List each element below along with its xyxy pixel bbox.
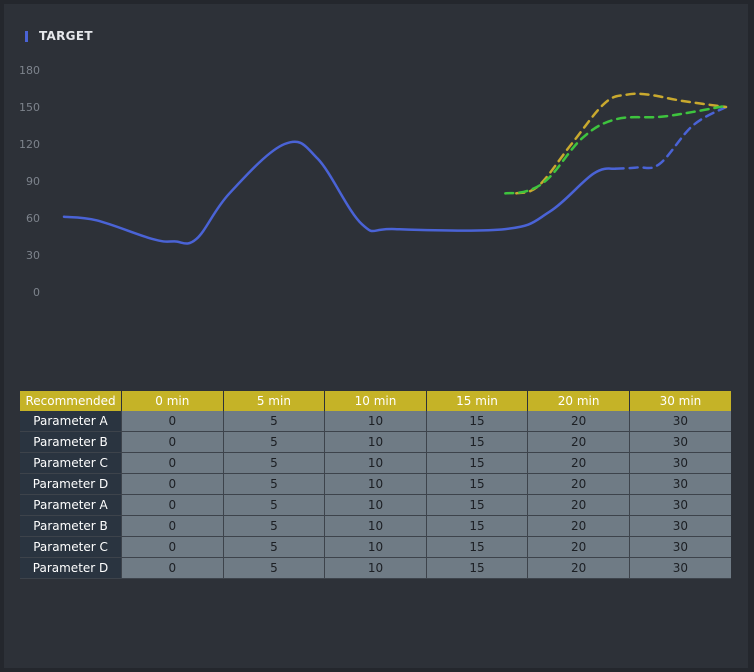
- table-cell: 15: [426, 494, 529, 516]
- table-cell: 0: [121, 557, 224, 579]
- table-cell: 10: [324, 473, 427, 495]
- table-cell: 30: [629, 557, 731, 579]
- y-tick-label: 120: [19, 138, 40, 151]
- header-time: 0 min: [121, 391, 224, 411]
- table-cell: 30: [629, 452, 731, 474]
- table-cell: 0: [121, 536, 224, 558]
- table-cell: 20: [527, 557, 630, 579]
- table-cell: 20: [527, 452, 630, 474]
- header-time: 15 min: [426, 391, 529, 411]
- table-cell: 15: [426, 536, 529, 558]
- table-cell: 5: [223, 494, 326, 516]
- table-cell: 5: [223, 411, 326, 432]
- table-cell: 20: [527, 536, 630, 558]
- table-cell: 5: [223, 431, 326, 453]
- table-cell: 30: [629, 515, 731, 537]
- table-cell: 10: [324, 557, 427, 579]
- table-cell: 10: [324, 452, 427, 474]
- table-cell: 10: [324, 494, 427, 516]
- row-label: Parameter D: [20, 473, 123, 495]
- table-cell: 5: [223, 515, 326, 537]
- table-row: Parameter B 0 5 10 15 20 30: [20, 515, 731, 537]
- series-line-3: [504, 104, 728, 195]
- row-label: Parameter B: [20, 431, 123, 453]
- table-row: Parameter A 0 5 10 15 20 30: [20, 411, 731, 432]
- table-cell: 30: [629, 473, 731, 495]
- table-cell: 5: [223, 452, 326, 474]
- table-cell: 5: [223, 557, 326, 579]
- table-cell: 5: [223, 473, 326, 495]
- header-time: 30 min: [629, 391, 731, 411]
- line-chart: 180 150 120 90 60 30 0: [19, 64, 728, 299]
- table-cell: 0: [121, 515, 224, 537]
- table-cell: 0: [121, 431, 224, 453]
- header-time: 10 min: [324, 391, 427, 411]
- table-cell: 20: [527, 494, 630, 516]
- y-tick-label: 60: [26, 212, 40, 225]
- row-label: Parameter A: [20, 411, 123, 432]
- table-cell: 0: [121, 411, 224, 432]
- table-cell: 30: [629, 494, 731, 516]
- row-label: Parameter A: [20, 494, 123, 516]
- table-header-row: Recommended 0 min 5 min 10 min 15 min 20 min 3…: [20, 391, 731, 411]
- table-cell: 20: [527, 431, 630, 453]
- row-label: Parameter D: [20, 557, 123, 579]
- table-cell: 20: [527, 473, 630, 495]
- y-tick-label: 30: [26, 249, 40, 262]
- row-label: Parameter B: [20, 515, 123, 537]
- table-cell: 30: [629, 411, 731, 432]
- series-line-0: [62, 140, 617, 245]
- header-time: 20 min: [527, 391, 630, 411]
- table-row: Parameter C 0 5 10 15 20 30: [20, 536, 731, 558]
- table-cell: 15: [426, 557, 529, 579]
- dashboard-panel: TARGET 180 150 120 90 60 30 0 Recommended 0 min…: [4, 4, 748, 668]
- table-cell: 0: [121, 494, 224, 516]
- table-row: Parameter A 0 5 10 15 20 30: [20, 494, 731, 516]
- table-cell: 0: [121, 473, 224, 495]
- y-tick-label: 150: [19, 101, 40, 114]
- table-cell: 15: [426, 473, 529, 495]
- table-row: Parameter D 0 5 10 15 20 30: [20, 473, 731, 495]
- table-cell: 20: [527, 515, 630, 537]
- table-cell: 15: [426, 515, 529, 537]
- table-body: Parameter A 0 5 10 15 20 30 Parameter B 0 5 10 15 20…: [20, 411, 731, 579]
- table-cell: 10: [324, 536, 427, 558]
- y-tick-label: 180: [19, 64, 40, 77]
- table-row: Parameter C 0 5 10 15 20 30: [20, 452, 731, 474]
- table-cell: 15: [426, 411, 529, 432]
- table-cell: 30: [629, 431, 731, 453]
- table-cell: 10: [324, 515, 427, 537]
- table-cell: 15: [426, 452, 529, 474]
- table-cell: 0: [121, 452, 224, 474]
- table-cell: 5: [223, 536, 326, 558]
- y-tick-label: 0: [33, 286, 40, 299]
- table-cell: 10: [324, 411, 427, 432]
- table-cell: 15: [426, 431, 529, 453]
- header-time: 5 min: [223, 391, 326, 411]
- table-cell: 10: [324, 431, 427, 453]
- parameter-table: Recommended 0 min 5 min 10 min 15 min 20 min 3…: [20, 391, 731, 579]
- header-recommended: Recommended: [20, 391, 123, 411]
- table-cell: 30: [629, 536, 731, 558]
- row-label: Parameter C: [20, 452, 123, 474]
- table-row: Parameter D 0 5 10 15 20 30: [20, 557, 731, 579]
- table-row: Parameter B 0 5 10 15 20 30: [20, 431, 731, 453]
- row-label: Parameter C: [20, 536, 123, 558]
- table-cell: 20: [527, 411, 630, 432]
- y-tick-label: 90: [26, 175, 40, 188]
